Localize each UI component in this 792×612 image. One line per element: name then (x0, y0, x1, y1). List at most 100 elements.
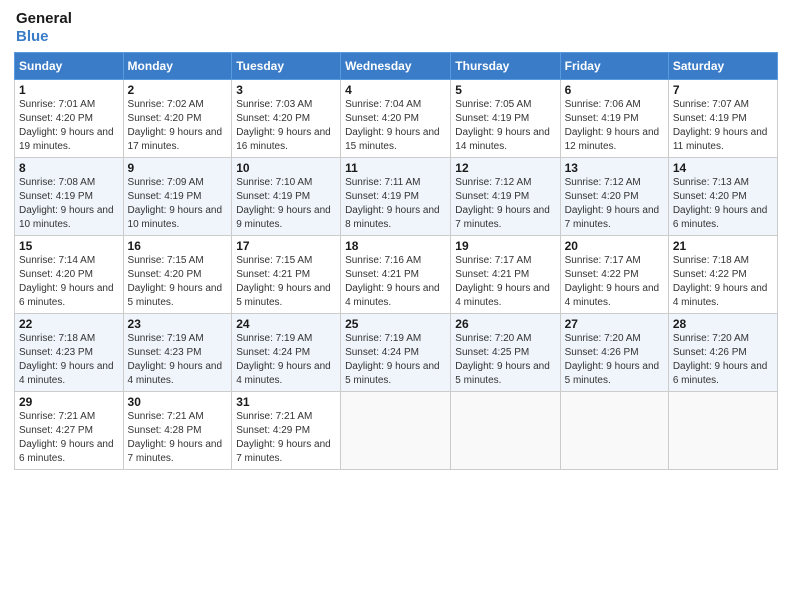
day-number: 10 (236, 161, 336, 175)
day-number: 9 (128, 161, 228, 175)
day-cell: 20Sunrise: 7:17 AMSunset: 4:22 PMDayligh… (560, 236, 668, 314)
logo-blue: Blue (16, 28, 72, 46)
day-number: 17 (236, 239, 336, 253)
day-cell: 19Sunrise: 7:17 AMSunset: 4:21 PMDayligh… (451, 236, 560, 314)
day-cell: 21Sunrise: 7:18 AMSunset: 4:22 PMDayligh… (668, 236, 777, 314)
day-info: Sunrise: 7:18 AMSunset: 4:22 PMDaylight:… (673, 254, 773, 310)
day-cell: 12Sunrise: 7:12 AMSunset: 4:19 PMDayligh… (451, 158, 560, 236)
day-info: Sunrise: 7:17 AMSunset: 4:22 PMDaylight:… (565, 254, 664, 310)
day-number: 8 (19, 161, 119, 175)
week-row-3: 15Sunrise: 7:14 AMSunset: 4:20 PMDayligh… (15, 236, 778, 314)
day-cell: 31Sunrise: 7:21 AMSunset: 4:29 PMDayligh… (232, 392, 341, 470)
day-number: 1 (19, 83, 119, 97)
day-number: 25 (345, 317, 446, 331)
day-number: 14 (673, 161, 773, 175)
day-cell (560, 392, 668, 470)
calendar-header-row: SundayMondayTuesdayWednesdayThursdayFrid… (15, 53, 778, 80)
week-row-2: 8Sunrise: 7:08 AMSunset: 4:19 PMDaylight… (15, 158, 778, 236)
day-number: 2 (128, 83, 228, 97)
day-info: Sunrise: 7:08 AMSunset: 4:19 PMDaylight:… (19, 176, 119, 232)
day-cell: 18Sunrise: 7:16 AMSunset: 4:21 PMDayligh… (341, 236, 451, 314)
day-cell (451, 392, 560, 470)
day-cell: 15Sunrise: 7:14 AMSunset: 4:20 PMDayligh… (15, 236, 124, 314)
day-info: Sunrise: 7:10 AMSunset: 4:19 PMDaylight:… (236, 176, 336, 232)
day-info: Sunrise: 7:09 AMSunset: 4:19 PMDaylight:… (128, 176, 228, 232)
header-saturday: Saturday (668, 53, 777, 80)
day-number: 4 (345, 83, 446, 97)
day-info: Sunrise: 7:02 AMSunset: 4:20 PMDaylight:… (128, 98, 228, 154)
day-number: 22 (19, 317, 119, 331)
day-cell: 1Sunrise: 7:01 AMSunset: 4:20 PMDaylight… (15, 80, 124, 158)
day-number: 30 (128, 395, 228, 409)
day-cell: 27Sunrise: 7:20 AMSunset: 4:26 PMDayligh… (560, 314, 668, 392)
day-number: 13 (565, 161, 664, 175)
day-info: Sunrise: 7:12 AMSunset: 4:20 PMDaylight:… (565, 176, 664, 232)
day-cell: 9Sunrise: 7:09 AMSunset: 4:19 PMDaylight… (123, 158, 232, 236)
day-number: 11 (345, 161, 446, 175)
day-cell: 16Sunrise: 7:15 AMSunset: 4:20 PMDayligh… (123, 236, 232, 314)
header-friday: Friday (560, 53, 668, 80)
day-number: 19 (455, 239, 555, 253)
day-cell: 22Sunrise: 7:18 AMSunset: 4:23 PMDayligh… (15, 314, 124, 392)
day-info: Sunrise: 7:20 AMSunset: 4:26 PMDaylight:… (673, 332, 773, 388)
header-sunday: Sunday (15, 53, 124, 80)
day-info: Sunrise: 7:01 AMSunset: 4:20 PMDaylight:… (19, 98, 119, 154)
day-info: Sunrise: 7:16 AMSunset: 4:21 PMDaylight:… (345, 254, 446, 310)
calendar-table: SundayMondayTuesdayWednesdayThursdayFrid… (14, 52, 778, 470)
day-cell: 10Sunrise: 7:10 AMSunset: 4:19 PMDayligh… (232, 158, 341, 236)
logo: General Blue General Blue (14, 10, 72, 46)
day-number: 31 (236, 395, 336, 409)
day-number: 28 (673, 317, 773, 331)
day-number: 18 (345, 239, 446, 253)
day-cell: 14Sunrise: 7:13 AMSunset: 4:20 PMDayligh… (668, 158, 777, 236)
day-info: Sunrise: 7:12 AMSunset: 4:19 PMDaylight:… (455, 176, 555, 232)
day-cell: 28Sunrise: 7:20 AMSunset: 4:26 PMDayligh… (668, 314, 777, 392)
day-cell: 23Sunrise: 7:19 AMSunset: 4:23 PMDayligh… (123, 314, 232, 392)
day-info: Sunrise: 7:20 AMSunset: 4:26 PMDaylight:… (565, 332, 664, 388)
day-cell: 2Sunrise: 7:02 AMSunset: 4:20 PMDaylight… (123, 80, 232, 158)
day-number: 23 (128, 317, 228, 331)
day-number: 20 (565, 239, 664, 253)
day-cell: 29Sunrise: 7:21 AMSunset: 4:27 PMDayligh… (15, 392, 124, 470)
day-cell: 4Sunrise: 7:04 AMSunset: 4:20 PMDaylight… (341, 80, 451, 158)
week-row-4: 22Sunrise: 7:18 AMSunset: 4:23 PMDayligh… (15, 314, 778, 392)
day-cell: 8Sunrise: 7:08 AMSunset: 4:19 PMDaylight… (15, 158, 124, 236)
day-info: Sunrise: 7:11 AMSunset: 4:19 PMDaylight:… (345, 176, 446, 232)
day-cell: 13Sunrise: 7:12 AMSunset: 4:20 PMDayligh… (560, 158, 668, 236)
header-thursday: Thursday (451, 53, 560, 80)
day-info: Sunrise: 7:07 AMSunset: 4:19 PMDaylight:… (673, 98, 773, 154)
day-info: Sunrise: 7:19 AMSunset: 4:24 PMDaylight:… (236, 332, 336, 388)
day-number: 16 (128, 239, 228, 253)
header-tuesday: Tuesday (232, 53, 341, 80)
day-cell: 5Sunrise: 7:05 AMSunset: 4:19 PMDaylight… (451, 80, 560, 158)
day-number: 7 (673, 83, 773, 97)
week-row-5: 29Sunrise: 7:21 AMSunset: 4:27 PMDayligh… (15, 392, 778, 470)
day-cell (341, 392, 451, 470)
day-cell: 30Sunrise: 7:21 AMSunset: 4:28 PMDayligh… (123, 392, 232, 470)
day-info: Sunrise: 7:18 AMSunset: 4:23 PMDaylight:… (19, 332, 119, 388)
logo-general: General (16, 10, 72, 28)
day-number: 21 (673, 239, 773, 253)
day-info: Sunrise: 7:15 AMSunset: 4:21 PMDaylight:… (236, 254, 336, 310)
day-cell (668, 392, 777, 470)
day-number: 27 (565, 317, 664, 331)
day-number: 29 (19, 395, 119, 409)
day-info: Sunrise: 7:21 AMSunset: 4:27 PMDaylight:… (19, 410, 119, 466)
day-cell: 6Sunrise: 7:06 AMSunset: 4:19 PMDaylight… (560, 80, 668, 158)
day-number: 24 (236, 317, 336, 331)
day-cell: 11Sunrise: 7:11 AMSunset: 4:19 PMDayligh… (341, 158, 451, 236)
day-cell: 3Sunrise: 7:03 AMSunset: 4:20 PMDaylight… (232, 80, 341, 158)
day-info: Sunrise: 7:19 AMSunset: 4:23 PMDaylight:… (128, 332, 228, 388)
day-info: Sunrise: 7:14 AMSunset: 4:20 PMDaylight:… (19, 254, 119, 310)
day-number: 5 (455, 83, 555, 97)
header-wednesday: Wednesday (341, 53, 451, 80)
day-cell: 26Sunrise: 7:20 AMSunset: 4:25 PMDayligh… (451, 314, 560, 392)
day-info: Sunrise: 7:13 AMSunset: 4:20 PMDaylight:… (673, 176, 773, 232)
day-number: 15 (19, 239, 119, 253)
day-info: Sunrise: 7:06 AMSunset: 4:19 PMDaylight:… (565, 98, 664, 154)
day-info: Sunrise: 7:19 AMSunset: 4:24 PMDaylight:… (345, 332, 446, 388)
day-number: 26 (455, 317, 555, 331)
day-cell: 7Sunrise: 7:07 AMSunset: 4:19 PMDaylight… (668, 80, 777, 158)
day-number: 6 (565, 83, 664, 97)
week-row-1: 1Sunrise: 7:01 AMSunset: 4:20 PMDaylight… (15, 80, 778, 158)
